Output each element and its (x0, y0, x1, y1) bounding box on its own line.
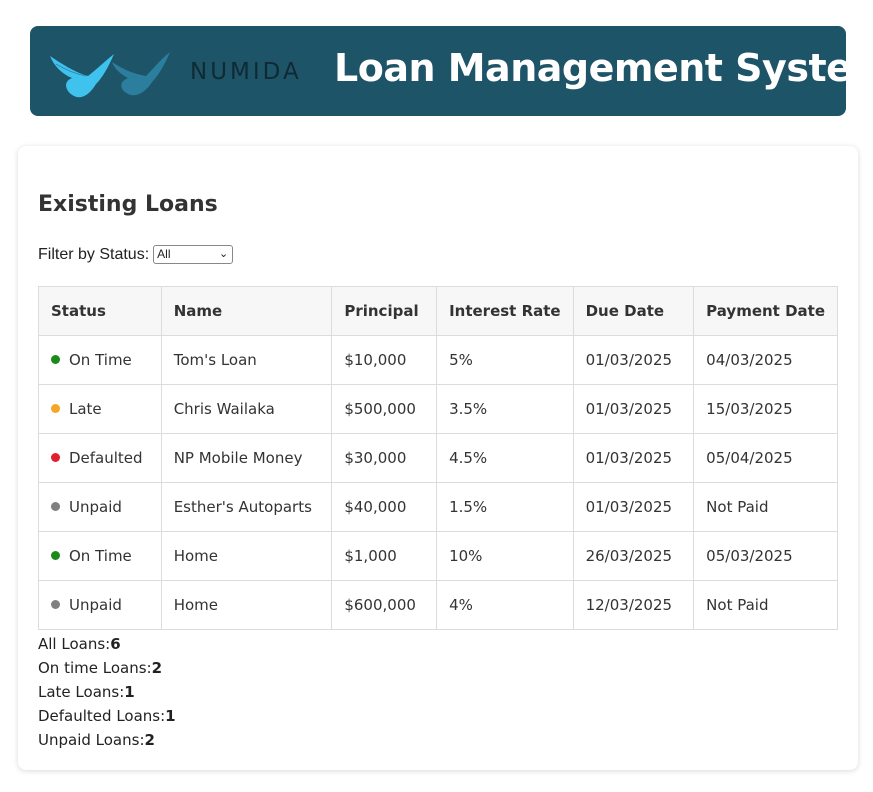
due-date-cell: 12/03/2025 (572, 580, 695, 630)
interest-rate-cell: 10% (436, 531, 574, 581)
status-cell: On Time (38, 335, 162, 385)
table-row: Late Chris Wailaka $500,000 3.5% 01/03/2025 1… (38, 384, 838, 434)
interest-rate-cell: 1.5% (436, 482, 574, 532)
due-date-cell: 01/03/2025 (572, 433, 695, 483)
summary-value: 1 (165, 707, 176, 725)
chevron-down-icon: ⌄ (218, 248, 229, 260)
summary-line: Late Loans:1 (38, 680, 176, 704)
status-dot-icon (51, 600, 60, 609)
payment-date-cell: Not Paid (693, 580, 838, 630)
payment-date-cell: Not Paid (693, 482, 838, 532)
status-label: Unpaid (69, 596, 122, 614)
name-cell: Tom's Loan (160, 335, 333, 385)
table-row: Defaulted NP Mobile Money $30,000 4.5% 01/03… (38, 433, 838, 483)
summary-line: All Loans:6 (38, 632, 176, 656)
summary-value: 2 (144, 731, 155, 749)
name-cell: Home (160, 531, 333, 581)
due-date-cell: 01/03/2025 (572, 335, 695, 385)
status-cell: Late (38, 384, 162, 434)
section-title: Existing Loans (38, 192, 218, 217)
due-date-cell: 01/03/2025 (572, 482, 695, 532)
loan-summary: All Loans:6 On time Loans:2 Late Loans:1 De… (38, 632, 176, 752)
payment-date-cell: 05/03/2025 (693, 531, 838, 581)
status-filter: Filter by Status: All ⌄ (38, 245, 234, 264)
principal-cell: $10,000 (331, 335, 438, 385)
table-row: On Time Tom's Loan $10,000 5% 01/03/2025 04/0… (38, 335, 838, 385)
interest-rate-cell: 5% (436, 335, 574, 385)
column-header-payment-date: Payment Date (693, 286, 838, 336)
table-row: On Time Home $1,000 10% 26/03/2025 05/03/2025 (38, 531, 838, 581)
status-label: On Time (69, 547, 132, 565)
interest-rate-cell: 4.5% (436, 433, 574, 483)
status-filter-select[interactable]: All ⌄ (153, 245, 234, 264)
column-header-due-date: Due Date (572, 286, 695, 336)
status-dot-icon (51, 453, 60, 462)
table-row: Unpaid Home $600,000 4% 12/03/2025 Not Paid (38, 580, 838, 630)
column-header-interest-rate: Interest Rate (436, 286, 574, 336)
principal-cell: $500,000 (331, 384, 438, 434)
loans-table: Status Name Principal Interest Rate Due … (38, 286, 838, 630)
column-header-name: Name (160, 286, 333, 336)
app-title: Loan Management System (334, 46, 873, 90)
status-cell: Defaulted (38, 433, 162, 483)
summary-label: Late Loans: (38, 683, 125, 701)
status-dot-icon (51, 551, 60, 560)
interest-rate-cell: 3.5% (436, 384, 574, 434)
status-dot-icon (51, 502, 60, 511)
summary-line: On time Loans:2 (38, 656, 176, 680)
status-cell: On Time (38, 531, 162, 581)
summary-line: Defaulted Loans:1 (38, 704, 176, 728)
status-label: Late (69, 400, 102, 418)
app-header: NUMIDA Loan Management System (30, 26, 873, 116)
filter-label: Filter by Status: (38, 245, 150, 263)
name-cell: Home (160, 580, 333, 630)
status-cell: Unpaid (38, 482, 162, 532)
summary-label: Defaulted Loans: (38, 707, 166, 725)
principal-cell: $600,000 (331, 580, 438, 630)
name-cell: Chris Wailaka (160, 384, 333, 434)
due-date-cell: 26/03/2025 (572, 531, 695, 581)
payment-date-cell: 04/03/2025 (693, 335, 838, 385)
name-cell: Esther's Autoparts (160, 482, 333, 532)
due-date-cell: 01/03/2025 (572, 384, 695, 434)
interest-rate-cell: 4% (436, 580, 574, 630)
status-label: Defaulted (69, 449, 143, 467)
principal-cell: $30,000 (331, 433, 438, 483)
payment-date-cell: 15/03/2025 (693, 384, 838, 434)
column-header-principal: Principal (331, 286, 438, 336)
summary-value: 6 (110, 635, 121, 653)
summary-label: All Loans: (38, 635, 111, 653)
payment-date-cell: 05/04/2025 (693, 433, 838, 483)
summary-label: On time Loans: (38, 659, 152, 677)
status-label: On Time (69, 351, 132, 369)
logo-wordmark: NUMIDA (190, 59, 302, 85)
status-label: Unpaid (69, 498, 122, 516)
summary-line: Unpaid Loans:2 (38, 728, 176, 752)
summary-value: 1 (124, 683, 135, 701)
name-cell: NP Mobile Money (160, 433, 333, 483)
loans-card: Existing Loans Filter by Status: All ⌄ S… (18, 146, 858, 770)
status-dot-icon (51, 404, 60, 413)
status-dot-icon (51, 355, 60, 364)
summary-value: 2 (151, 659, 163, 677)
table-row: Unpaid Esther's Autoparts $40,000 1.5% 01/03… (38, 482, 838, 532)
principal-cell: $1,000 (331, 531, 438, 581)
summary-label: Unpaid Loans: (38, 731, 145, 749)
table-header-row: Status Name Principal Interest Rate Due … (38, 286, 838, 336)
numida-bird-logo-icon (50, 52, 170, 98)
filter-selected-value: All (157, 247, 171, 261)
status-cell: Unpaid (38, 580, 162, 630)
column-header-status: Status (38, 286, 162, 336)
principal-cell: $40,000 (331, 482, 438, 532)
